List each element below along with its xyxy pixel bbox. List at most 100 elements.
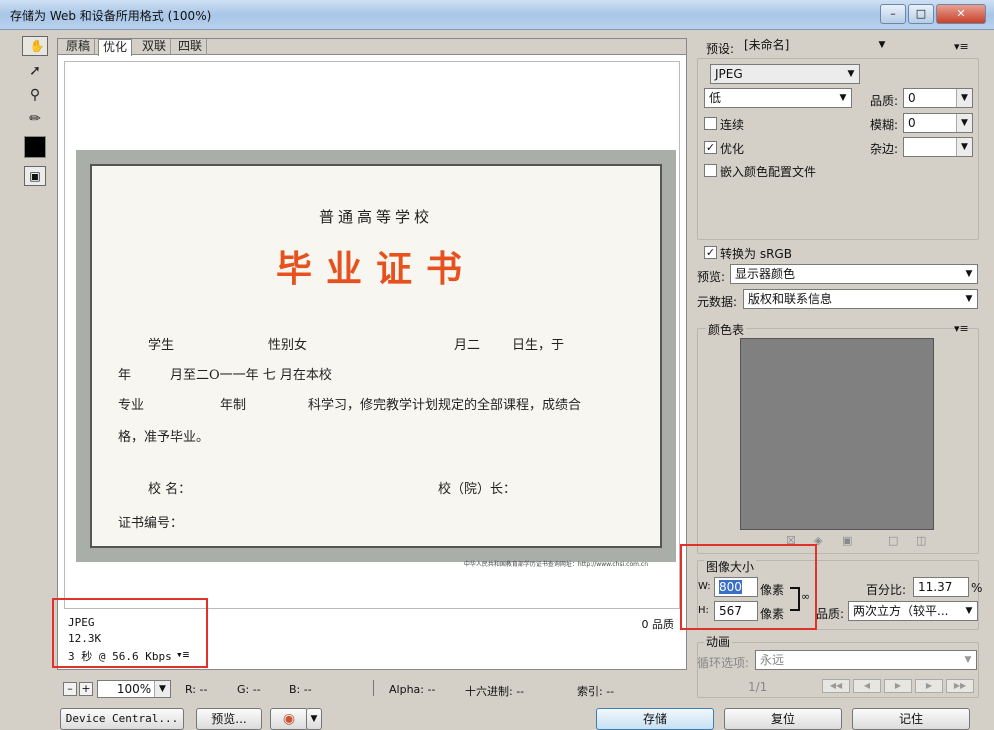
format-select[interactable]: JPEG ▼ (710, 64, 860, 84)
cert-line1d: 日生，于 (512, 338, 565, 353)
tab-optimized[interactable]: 优化 (98, 39, 133, 56)
chevron-down-icon: ▼ (847, 69, 855, 79)
loop-select[interactable]: 永远 ▼ (755, 650, 977, 670)
certificate-school: 普通高等学校 (318, 208, 433, 226)
maximize-button[interactable]: □ (908, 4, 934, 24)
reset-button[interactable]: 复位 (724, 708, 842, 730)
prev-frame-icon[interactable]: ◀ (853, 679, 881, 693)
eyedropper-color-swatch[interactable] (24, 136, 46, 158)
readout-g: G: -- (237, 683, 261, 696)
readout-r: R: -- (185, 683, 208, 696)
status-bar: – + 100% ▼ R: -- G: -- B: -- Alpha: -- 十… (57, 678, 687, 700)
chevron-down-icon[interactable]: ▼ (956, 114, 972, 132)
zoom-select[interactable]: 100% ▼ (97, 680, 171, 698)
save-button[interactable]: 存储 (596, 708, 714, 730)
optimize-menu-icon[interactable]: ▾≡ (954, 40, 969, 53)
color-table-label: 颜色表 (706, 321, 747, 338)
play-icon[interactable]: ▶ (884, 679, 912, 693)
metadata-label: 元数据: (697, 295, 738, 309)
chevron-down-icon[interactable]: ▼ (956, 138, 972, 156)
blur-input[interactable]: 0 ▼ (903, 113, 973, 133)
cert-line2a: 年 (118, 368, 132, 383)
readout-b: B: -- (289, 683, 312, 696)
first-frame-icon[interactable]: ◀◀ (822, 679, 850, 693)
chevron-down-icon: ▼ (965, 294, 973, 304)
hand-tool-icon[interactable]: ✋ (22, 36, 48, 56)
close-button[interactable]: ✕ (936, 4, 986, 24)
view-tabs: 原稿 优化 双联 四联 (58, 39, 686, 56)
preset-label: 预设: (706, 42, 735, 56)
certificate-heading: 毕业证书 (275, 249, 476, 290)
readout-alpha: Alpha: -- (389, 683, 436, 696)
optimized-label: 优化 (720, 142, 745, 156)
next-frame-icon[interactable]: ▶ (915, 679, 943, 693)
zoom-in-button[interactable]: + (79, 682, 93, 696)
progressive-checkbox[interactable] (704, 117, 717, 130)
chevron-down-icon[interactable]: ▼ (956, 89, 972, 107)
cert-line3b: 年制 (220, 398, 247, 413)
tab-2up[interactable]: 双联 (138, 39, 172, 55)
loop-value: 永远 (760, 653, 785, 667)
image-view: 原稿 优化 双联 四联 普通高等学校 毕业证书 学生 性别女 月二 日生，于 年… (57, 38, 687, 670)
cert-line1b: 性别女 (268, 338, 308, 353)
tab-4up[interactable]: 四联 (174, 39, 208, 55)
device-central-button[interactable]: Device Central... (60, 708, 184, 730)
percent-unit: % (971, 581, 983, 595)
percent-label: 百分比: (866, 583, 907, 597)
resample-quality-label: 品质: (816, 607, 845, 621)
icc-checkbox[interactable] (704, 164, 717, 177)
certificate-frame: 普通高等学校 毕业证书 学生 性别女 月二 日生，于 年 月至二O一一年 七 月… (90, 164, 662, 548)
highlight-box-info (52, 598, 208, 668)
cert-line1a: 学生 (148, 338, 175, 353)
dialog-body: ✋ ➚ ⚲ ✏ ▣ 原稿 优化 双联 四联 普通高等学校 毕业证书 学生 性别女… (0, 30, 994, 730)
slice-select-tool-icon[interactable]: ➚ (22, 60, 48, 82)
preview-button[interactable]: 预览... (196, 708, 262, 730)
browser-icon[interactable]: ◉ (270, 708, 308, 730)
resample-quality-select[interactable]: 两次立方（较平... ▼ (848, 601, 978, 621)
cert-line5b: 校（院）长： (438, 482, 517, 497)
minimize-button[interactable]: – (880, 4, 906, 24)
divider (373, 680, 374, 696)
tab-original[interactable]: 原稿 (62, 39, 96, 55)
preview-mode-label: 预览: (697, 270, 726, 284)
trash-icon[interactable]: ◫ (916, 534, 926, 547)
zoom-tool-icon[interactable]: ⚲ (22, 84, 48, 106)
lock-icon[interactable]: ▣ (842, 534, 852, 547)
srgb-checkbox[interactable]: ✓ (704, 246, 717, 259)
toggle-slices-icon[interactable]: ▣ (24, 166, 46, 186)
color-table-menu-icon[interactable]: ▾≡ (954, 322, 969, 335)
quality-level-select[interactable]: 低 ▼ (704, 88, 852, 108)
chevron-down-icon: ▼ (154, 681, 170, 697)
preset-value: [未命名] (744, 38, 790, 52)
zoom-value: 100% (116, 682, 152, 696)
certificate-image: 普通高等学校 毕业证书 学生 性别女 月二 日生，于 年 月至二O一一年 七 月… (76, 150, 676, 568)
readout-index: 索引: -- (577, 685, 615, 698)
matte-select[interactable]: ▼ (903, 137, 973, 157)
eyedropper-tool-icon[interactable]: ✏ (22, 108, 48, 130)
highlight-box-image-size (680, 544, 817, 630)
percent-input[interactable]: 11.37 (913, 577, 969, 597)
metadata-select[interactable]: 版权和联系信息 ▼ (743, 289, 978, 309)
remember-button[interactable]: 记住 (852, 708, 970, 730)
new-color-icon[interactable]: □ (888, 534, 898, 547)
animation-label: 动画 (704, 633, 733, 650)
last-frame-icon[interactable]: ▶▶ (946, 679, 974, 693)
chevron-down-icon: ▼ (839, 93, 847, 103)
chevron-down-icon: ▼ (965, 606, 973, 616)
info-quality: 0 品质 (641, 618, 675, 631)
loop-label: 循环选项: (697, 656, 750, 670)
image-preview[interactable]: 普通高等学校 毕业证书 学生 性别女 月二 日生，于 年 月至二O一一年 七 月… (64, 61, 680, 609)
zoom-out-button[interactable]: – (63, 682, 77, 696)
quality-input[interactable]: 0 ▼ (903, 88, 973, 108)
toolbox: ✋ ➚ ⚲ ✏ ▣ (20, 36, 50, 216)
browser-menu-button[interactable]: ▼ (306, 708, 322, 730)
resample-quality-value: 两次立方（较平... (853, 604, 949, 618)
cert-footer: 中华人民共和国教育部学历证书查询网址：http://www.chsi.com.c… (463, 561, 648, 568)
preset-select[interactable]: [未命名] ▼ (740, 36, 890, 56)
blur-value: 0 (908, 116, 916, 130)
readout-hex: 十六进制: -- (465, 685, 525, 698)
preview-mode-select[interactable]: 显示器颜色 ▼ (730, 264, 978, 284)
cert-line2b: 月至二O一一年 七 月在本校 (170, 368, 332, 383)
quality-value: 0 (908, 91, 916, 105)
optimized-checkbox[interactable]: ✓ (704, 141, 717, 154)
